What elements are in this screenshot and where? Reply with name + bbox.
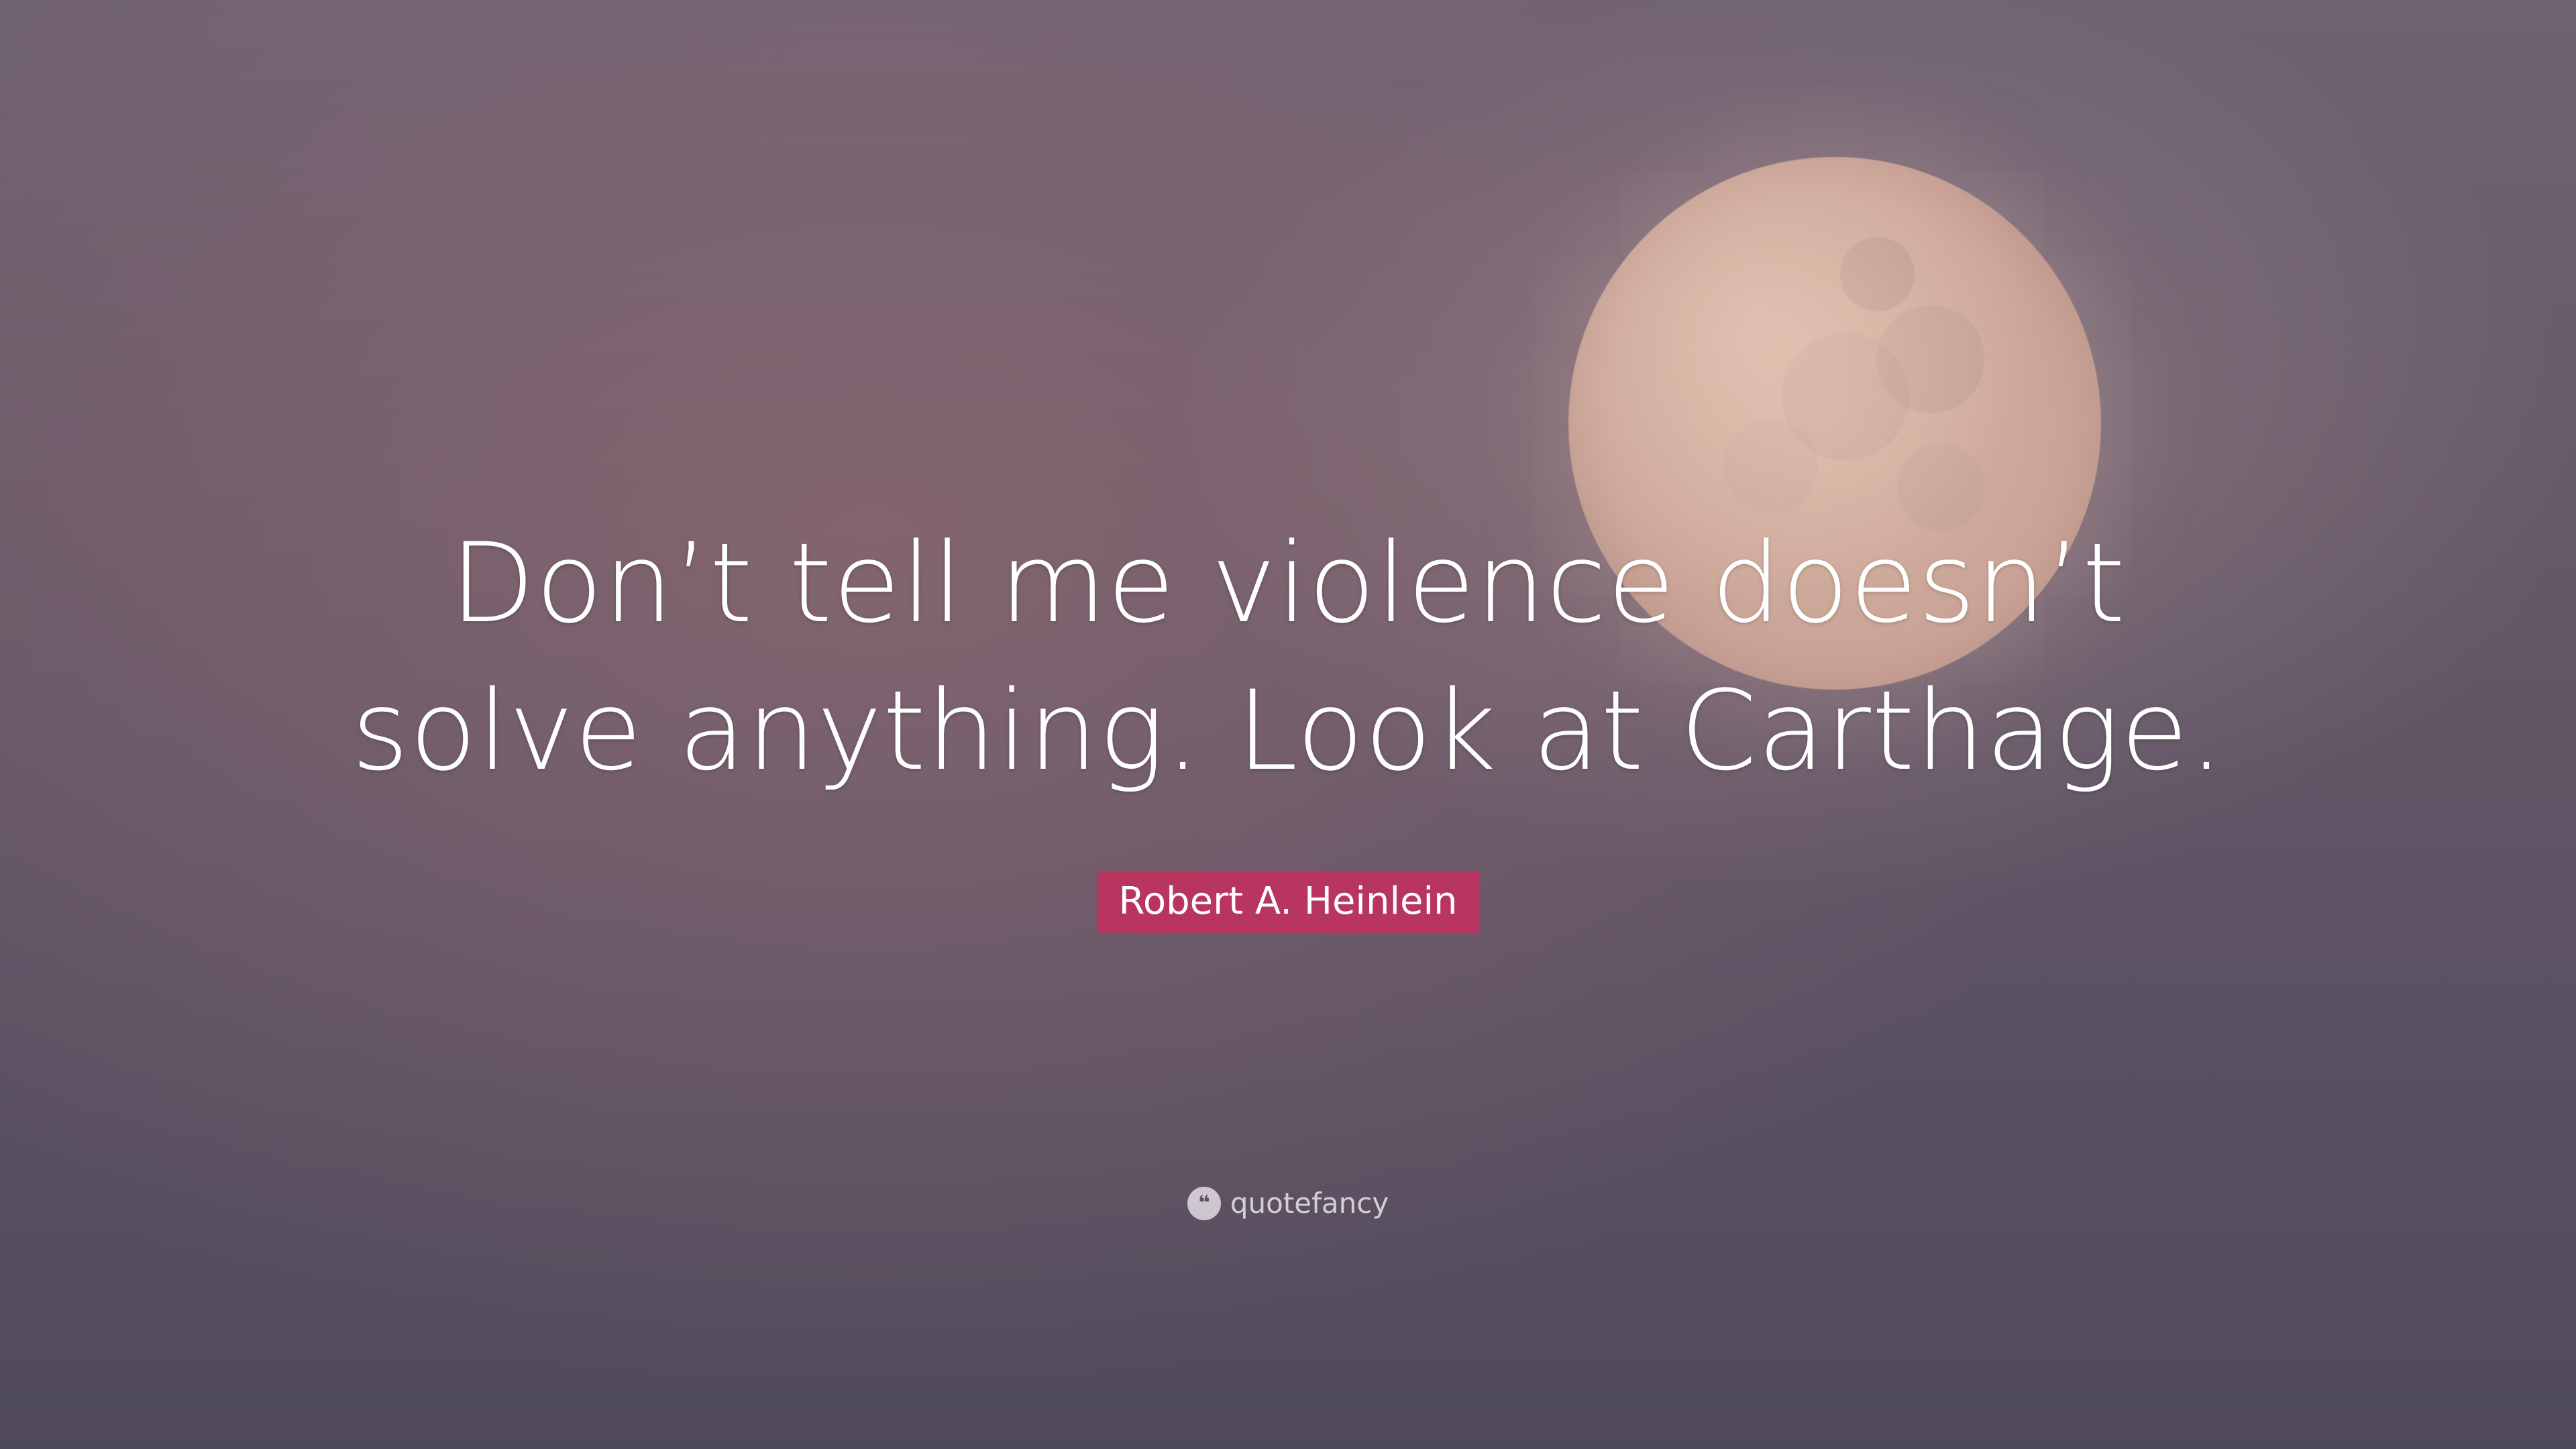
author-badge: Robert A. Heinlein	[1097, 871, 1479, 934]
quote-mark-icon: ❝	[1187, 1187, 1221, 1220]
brand-watermark: ❝ quotefancy	[0, 1182, 2576, 1222]
quote-image: Don’t tell me violence doesn’t solve any…	[0, 0, 2576, 1449]
quote-text: Don’t tell me violence doesn’t solve any…	[0, 510, 2576, 805]
brand-name: quotefancy	[1230, 1187, 1389, 1220]
quote-line-2: solve anything. Look at Carthage.	[351, 667, 2225, 795]
quote-line-1: Don’t tell me violence doesn’t	[449, 519, 2127, 647]
brand-logo: ❝ quotefancy	[1187, 1185, 1389, 1222]
author-container: Robert A. Heinlein	[0, 871, 2576, 934]
